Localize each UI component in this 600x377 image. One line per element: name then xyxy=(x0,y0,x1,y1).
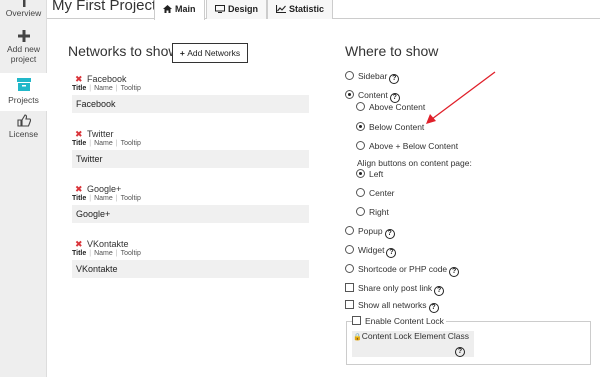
annotation-arrow xyxy=(426,71,496,124)
